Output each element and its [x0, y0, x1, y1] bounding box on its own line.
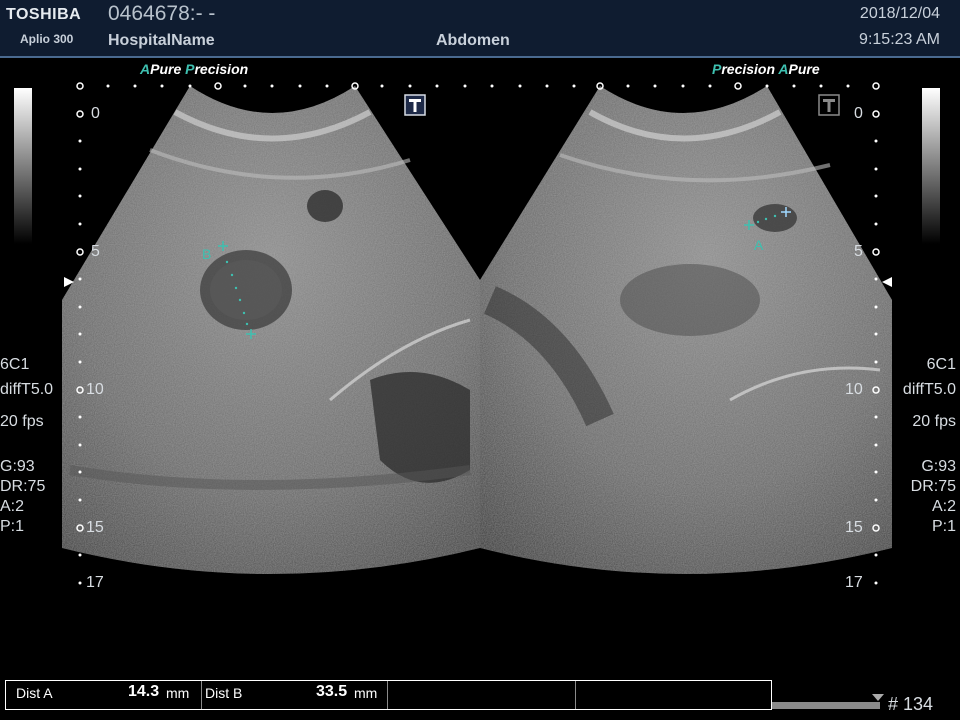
- frequency-right: diffT5.0: [902, 381, 956, 398]
- t-marker-left-icon: [404, 94, 426, 116]
- left-sector-image: [62, 86, 480, 574]
- grayscale-bar-right: [922, 88, 940, 244]
- cine-progress-bar[interactable]: [772, 702, 880, 709]
- gain-right: G:93: [921, 458, 956, 475]
- dist-a-label: Dist A: [16, 685, 53, 701]
- device-model: Aplio 300: [20, 32, 74, 46]
- brand-logo: TOSHIBA: [6, 6, 82, 23]
- frame-counter: # 134: [888, 694, 934, 714]
- dist-a-unit: mm: [166, 685, 190, 701]
- frequency-left: diffT5.0: [0, 381, 54, 398]
- mode-label-left: APure Precision: [140, 61, 249, 77]
- measurement-cell-empty-1[interactable]: [388, 681, 576, 709]
- depth-label-right-0: 0: [854, 105, 863, 122]
- a-param-left: A:2: [0, 498, 25, 515]
- depth-label-left-17: 17: [86, 574, 104, 591]
- depth-label-left-5: 5: [91, 243, 100, 260]
- dist-b-value: 33.5: [316, 683, 348, 700]
- gain-left: G:93: [0, 458, 35, 475]
- depth-label-right-17: 17: [845, 574, 863, 591]
- p-param-right: P:1: [931, 518, 956, 535]
- cine-marker-icon: [872, 694, 884, 701]
- a-param-right: A:2: [931, 498, 956, 515]
- depth-label-right-5: 5: [854, 243, 863, 260]
- exam-time: 9:15:23 AM: [859, 31, 940, 48]
- caliper-b-label: B: [202, 246, 212, 262]
- top-scale-left: [76, 82, 467, 90]
- depth-label-left-10: 10: [86, 381, 104, 398]
- measurement-bar: Dist A 14.3 mm Dist B 33.5 mm: [5, 680, 772, 710]
- depth-label-right-10: 10: [845, 381, 863, 398]
- depth-label-right-15: 15: [845, 519, 863, 536]
- exam-date: 2018/12/04: [859, 5, 940, 22]
- hospital-name: HospitalName: [108, 32, 215, 49]
- caliper-a-label: A: [754, 237, 764, 253]
- p-param-left: P:1: [0, 518, 25, 535]
- measurement-cell-empty-2[interactable]: [576, 681, 771, 709]
- dynamic-range-left: DR:75: [0, 478, 46, 495]
- dist-b-unit: mm: [354, 685, 378, 701]
- measurement-cell-b[interactable]: Dist B 33.5 mm: [202, 681, 388, 709]
- ultrasound-image-area: [14, 82, 940, 585]
- depth-label-left-0: 0: [91, 105, 100, 122]
- depth-label-left-15: 15: [86, 519, 104, 536]
- dynamic-range-right: DR:75: [910, 478, 956, 495]
- dist-b-label: Dist B: [205, 685, 243, 701]
- measurement-cell-a[interactable]: Dist A 14.3 mm: [6, 681, 202, 709]
- probe-left: 6C1: [0, 356, 30, 373]
- probe-right: 6C1: [926, 356, 956, 373]
- mode-label-right: Precision APure: [712, 61, 820, 77]
- exam-type: Abdomen: [436, 32, 510, 49]
- fps-right: 20 fps: [912, 413, 956, 430]
- grayscale-bar-left: [14, 88, 32, 244]
- right-sector-image: [480, 86, 892, 574]
- patient-id: 0464678:- -: [108, 2, 216, 25]
- fps-left: 20 fps: [0, 413, 44, 430]
- dist-a-value: 14.3: [128, 683, 160, 700]
- t-marker-right-icon: [818, 94, 840, 116]
- top-scale-right: [490, 82, 880, 90]
